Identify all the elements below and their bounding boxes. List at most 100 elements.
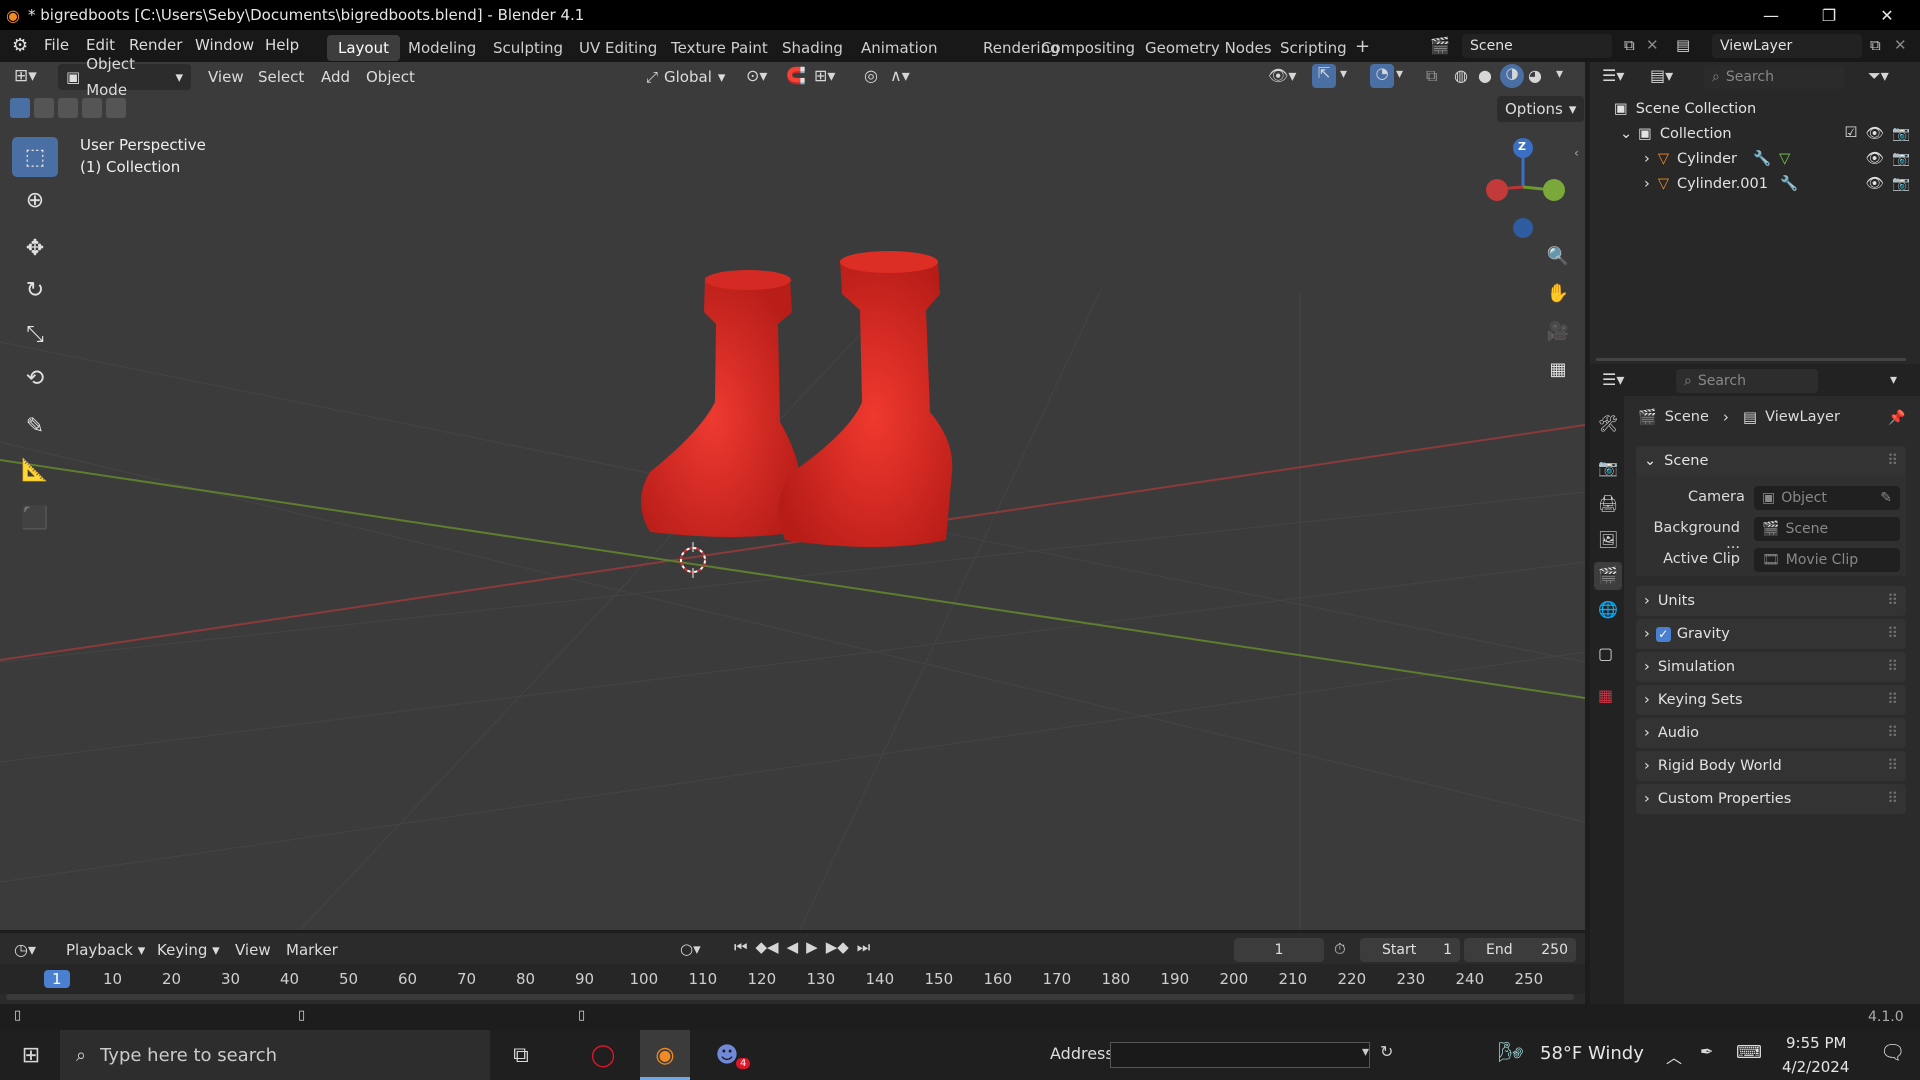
camera-icon[interactable]: 📷	[1892, 125, 1910, 142]
render-tab-icon[interactable]: 📷	[1598, 458, 1618, 477]
solid-shading-icon[interactable]: ●	[1478, 66, 1492, 85]
outliner-scene-collection[interactable]: ▣ Scene Collection	[1614, 96, 1756, 121]
keying-menu[interactable]: Keying ▾	[149, 937, 228, 963]
chevron-down-icon[interactable]: ▾	[1890, 372, 1897, 388]
weather-icon[interactable]: 🌬	[1498, 1040, 1523, 1064]
tab-modeling[interactable]: Modeling	[397, 35, 487, 61]
menu-select[interactable]: Select	[250, 64, 312, 90]
scene-tab-icon[interactable]: 🎬	[1594, 562, 1622, 590]
menu-window[interactable]: Window	[195, 36, 254, 54]
keying-sets-panel[interactable]: › Keying Sets ⠿	[1636, 685, 1906, 715]
shading-dropdown-icon[interactable]: ▾	[1556, 66, 1563, 82]
timeline-scrollbar[interactable]	[6, 994, 1574, 1000]
delete-viewlayer-icon[interactable]: ✕	[1894, 36, 1907, 54]
clock-date[interactable]: 4/2/2024	[1782, 1058, 1849, 1076]
proportional-edit-icon[interactable]: ◎	[864, 66, 878, 85]
tab-sculpting[interactable]: Sculpting	[482, 35, 574, 61]
menu-add[interactable]: Add	[313, 64, 358, 90]
play-icon[interactable]: ▶	[806, 938, 818, 956]
timeline-view-menu[interactable]: View	[227, 937, 279, 963]
viewlayer-browse-icon[interactable]: ▤	[1676, 36, 1690, 54]
clock-time[interactable]: 9:55 PM	[1786, 1034, 1846, 1052]
visibility-icon[interactable]: 👁▾	[1268, 66, 1296, 85]
tab-scripting[interactable]: Scripting	[1269, 35, 1358, 61]
tray-chevron-icon[interactable]: ︿	[1666, 1044, 1682, 1068]
outliner-search-input[interactable]: ⌕ Search	[1704, 65, 1844, 89]
simulation-panel[interactable]: › Simulation ⠿	[1636, 652, 1906, 682]
output-tab-icon[interactable]: 🖨	[1598, 494, 1618, 513]
pan-hand-icon[interactable]: ✋	[1544, 279, 1572, 307]
rendered-shading-icon[interactable]: ◕	[1528, 66, 1542, 85]
select-subtract-icon[interactable]	[58, 98, 78, 118]
3d-cursor-icon[interactable]	[680, 542, 706, 578]
snap-icon[interactable]: 🧲	[786, 66, 806, 85]
auto-keying-icon[interactable]: ○▾	[680, 940, 701, 958]
tab-shading[interactable]: Shading	[771, 35, 854, 61]
refresh-icon[interactable]: ↻	[1380, 1042, 1393, 1061]
gizmo-dropdown-icon[interactable]: ▾	[1340, 66, 1347, 82]
address-input[interactable]	[1110, 1042, 1370, 1068]
editor-type-icon[interactable]: ⊞▾	[14, 66, 37, 86]
custom-properties-panel[interactable]: › Custom Properties ⠿	[1636, 784, 1906, 814]
playback-menu[interactable]: Playback ▾	[58, 937, 153, 963]
snap-target-icon[interactable]: ⊞▾	[814, 66, 835, 85]
eye-icon[interactable]: 👁	[1866, 175, 1884, 192]
rigid-body-world-panel[interactable]: › Rigid Body World ⠿	[1636, 751, 1906, 781]
exclude-checkbox-icon[interactable]: ☑	[1845, 125, 1858, 142]
active-clip-field[interactable]: 🎞 Movie Clip	[1754, 548, 1900, 572]
overlay-toggle-icon[interactable]: ◔	[1370, 64, 1394, 88]
chevron-down-icon[interactable]: ▾	[1362, 1044, 1369, 1060]
camera-field[interactable]: ▣ Object ✎	[1754, 486, 1900, 510]
drag-handle-icon[interactable]: ⠿	[1887, 692, 1898, 708]
end-frame-field[interactable]: End 250	[1464, 938, 1576, 962]
filter-icon[interactable]: ⏷▾	[1868, 66, 1889, 86]
timeline-editor-icon[interactable]: ◷▾	[14, 940, 36, 959]
jump-start-icon[interactable]: ⏮	[734, 938, 748, 956]
object-mode-dropdown[interactable]: ▣ Object Mode ▾	[58, 55, 191, 99]
properties-editor-icon[interactable]: ☰▾	[1602, 370, 1624, 389]
blender-taskbar-icon[interactable]: ◉	[640, 1030, 690, 1080]
cursor-tool[interactable]: ⊕	[12, 180, 58, 220]
menu-object[interactable]: Object	[358, 64, 423, 90]
xray-icon[interactable]: ⧉	[1426, 66, 1437, 86]
current-frame-marker[interactable]: 1	[44, 970, 70, 988]
opera-icon[interactable]: ◯	[578, 1030, 628, 1080]
move-tool[interactable]: ✥	[12, 228, 58, 268]
rotate-tool[interactable]: ↻	[12, 270, 58, 310]
units-panel[interactable]: › Units ⠿	[1636, 586, 1906, 616]
boot-left[interactable]	[641, 270, 800, 537]
drag-handle-icon[interactable]: ⠿	[1887, 659, 1898, 675]
viewlayer-selector[interactable]: ViewLayer	[1712, 34, 1862, 58]
play-reverse-icon[interactable]: ◀	[787, 938, 799, 956]
camera-view-icon[interactable]: 🎥	[1544, 317, 1572, 345]
zoom-icon[interactable]: 🔍	[1544, 242, 1572, 270]
grid-view-icon[interactable]: ▦	[1544, 355, 1572, 383]
gravity-panel[interactable]: › ✓ Gravity ⠿	[1636, 619, 1906, 649]
gravity-checkbox[interactable]: ✓	[1655, 626, 1671, 642]
outliner-object-row[interactable]: › ▽ Cylinder.001 🔧 👁 📷	[1644, 171, 1910, 196]
sidebar-toggle-icon[interactable]: ‹	[1574, 146, 1579, 160]
tab-compositing[interactable]: Compositing	[1030, 35, 1146, 61]
material-shading-icon[interactable]: ◑	[1500, 64, 1524, 88]
menu-view[interactable]: View	[200, 64, 252, 90]
eye-icon[interactable]: 👁	[1866, 150, 1884, 167]
drag-handle-icon[interactable]: ⠿	[1887, 758, 1898, 774]
select-extend-icon[interactable]	[34, 98, 54, 118]
delete-scene-icon[interactable]: ✕	[1646, 36, 1659, 54]
maximize-button[interactable]: ❐	[1800, 0, 1858, 30]
drag-handle-icon[interactable]: ⠿	[1887, 593, 1898, 609]
current-frame-field[interactable]: 1	[1234, 938, 1324, 962]
add-cube-tool[interactable]: ⬛	[12, 498, 58, 538]
minimize-button[interactable]: —	[1742, 0, 1800, 30]
windows-start-icon[interactable]: ⊞	[6, 1030, 56, 1080]
next-keyframe-icon[interactable]: ▶◆	[826, 938, 849, 956]
falloff-icon[interactable]: ∧▾	[890, 66, 910, 85]
tool-tab-icon[interactable]: 🛠	[1598, 414, 1618, 433]
pivot-point-icon[interactable]: ⊙▾	[746, 66, 767, 85]
tab-geometry-nodes[interactable]: Geometry Nodes	[1134, 35, 1283, 61]
tab-layout[interactable]: Layout	[327, 35, 400, 61]
texture-tab-icon[interactable]: ▦	[1598, 686, 1613, 705]
scale-tool[interactable]: ⤡	[12, 314, 58, 354]
taskbar-search-input[interactable]: ⌕ Type here to search	[60, 1030, 490, 1080]
keyboard-icon[interactable]: ⌨	[1736, 1042, 1762, 1063]
